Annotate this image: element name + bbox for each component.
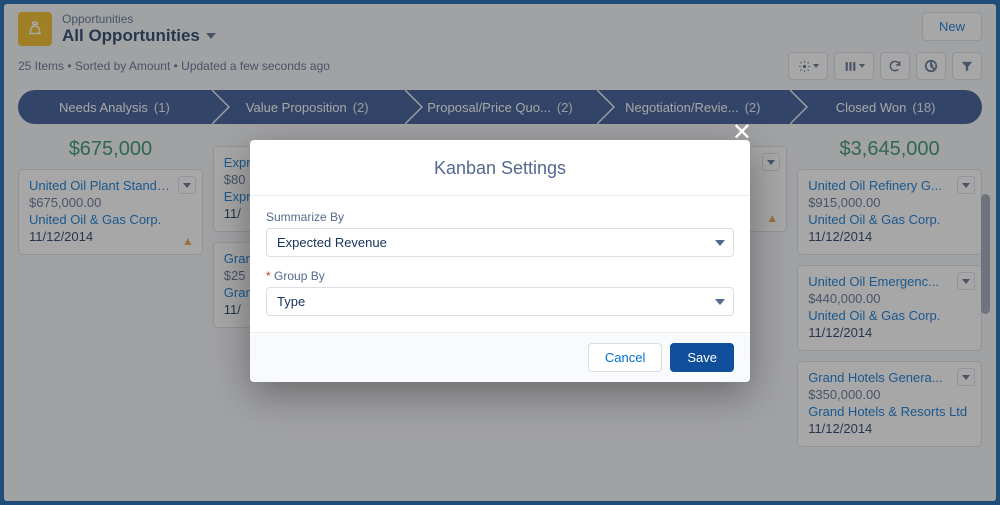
summarize-by-label: Summarize By	[266, 210, 734, 224]
kanban-settings-modal: ✕ Kanban Settings Summarize By Expected …	[250, 140, 750, 382]
close-icon[interactable]: ✕	[732, 118, 752, 147]
group-by-select[interactable]: Type	[266, 287, 734, 316]
summarize-by-select[interactable]: Expected Revenue	[266, 228, 734, 257]
modal-title: Kanban Settings	[250, 140, 750, 196]
save-button[interactable]: Save	[670, 343, 734, 372]
group-by-label: Group By	[266, 269, 734, 283]
summarize-by-value: Expected Revenue	[277, 235, 387, 250]
group-by-value: Type	[277, 294, 305, 309]
cancel-button[interactable]: Cancel	[588, 343, 662, 372]
